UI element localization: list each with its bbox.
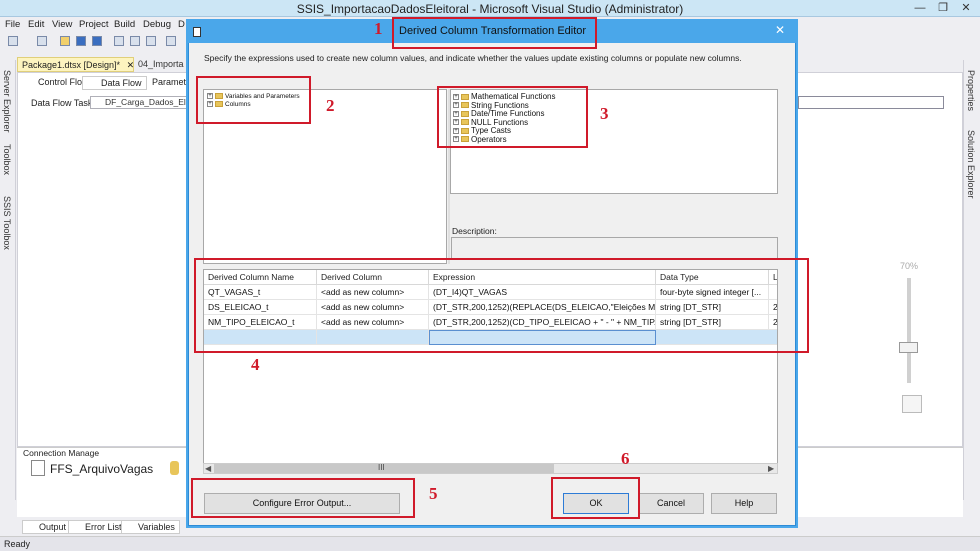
flat-file-icon	[31, 460, 45, 476]
toolbox-tab[interactable]: Toolbox	[2, 144, 12, 175]
annotation-number-2: 2	[326, 96, 335, 115]
scroll-grip-icon: III	[378, 463, 385, 472]
dialog-close-button[interactable]: ✕	[768, 23, 792, 39]
back-icon[interactable]	[8, 36, 18, 46]
toolbar-combo[interactable]	[798, 96, 944, 109]
zoom-slider-thumb[interactable]	[899, 342, 918, 353]
menu-file[interactable]: File	[5, 19, 20, 30]
menu-more[interactable]: D	[178, 19, 185, 30]
undo-icon[interactable]	[166, 36, 176, 46]
tab-package1-design[interactable]: Package1.dtsx [Design]* ✕	[17, 57, 134, 72]
connection-item[interactable]: FFS_ArquivoVagas	[50, 462, 153, 476]
dialog-description: Specify the expressions used to create n…	[204, 53, 742, 63]
connection-managers-header: Connection Manage	[23, 448, 100, 458]
open-folder-icon[interactable]	[60, 36, 70, 46]
zoom-to-fit-icon[interactable]	[902, 395, 922, 413]
maximize-button[interactable]: ❐	[933, 0, 953, 16]
database-icon	[170, 461, 179, 475]
help-button[interactable]: Help	[711, 493, 777, 514]
annotation-number-3: 3	[600, 104, 609, 123]
data-flow-task-label: Data Flow Task:	[31, 98, 95, 108]
tab-error-list[interactable]: Error List	[68, 520, 127, 534]
cancel-button[interactable]: Cancel	[638, 493, 704, 514]
copy-icon[interactable]	[130, 36, 140, 46]
annotation-number-5: 5	[429, 484, 438, 503]
close-window-button[interactable]: ✕	[956, 0, 976, 16]
minimize-button[interactable]: —	[910, 0, 930, 16]
annotation-number-4: 4	[251, 355, 260, 374]
new-project-icon[interactable]	[37, 36, 47, 46]
paste-icon[interactable]	[146, 36, 156, 46]
annotation-number-1: 1	[374, 19, 383, 38]
annotation-box-3	[437, 86, 588, 148]
tab-variables[interactable]: Variables	[121, 520, 180, 534]
cut-icon[interactable]	[114, 36, 124, 46]
annotation-box-6	[551, 477, 640, 519]
zoom-level: 70%	[900, 261, 919, 271]
scroll-right-icon[interactable]: ▶	[768, 464, 774, 473]
menu-edit[interactable]: Edit	[28, 19, 44, 30]
close-tab-icon[interactable]: ✕	[127, 60, 135, 70]
window-title: SSIS_ImportacaoDadosEleitoral - Microsof…	[296, 2, 684, 16]
status-bar	[0, 536, 980, 551]
tab-label: Package1.dtsx [Design]*	[22, 60, 121, 70]
status-text: Ready	[4, 539, 31, 549]
dialog-app-icon	[193, 27, 201, 37]
description-label: Description:	[452, 226, 497, 236]
server-explorer-tab[interactable]: Server Explorer	[2, 70, 12, 133]
annotation-number-6: 6	[621, 449, 630, 468]
right-tool-strip	[963, 60, 980, 500]
description-box	[451, 237, 778, 259]
ssis-toolbox-tab[interactable]: SSIS Toolbox	[2, 196, 12, 250]
scroll-left-icon[interactable]: ◀	[205, 464, 211, 473]
menu-view[interactable]: View	[52, 19, 72, 30]
solution-explorer-tab[interactable]: Solution Explorer	[966, 130, 976, 199]
menu-build[interactable]: Build	[114, 19, 135, 30]
data-flow-task-select[interactable]: DF_Carga_Dados_Eleit	[90, 96, 198, 109]
zoom-slider[interactable]	[907, 278, 911, 383]
annotation-box-1	[392, 17, 597, 49]
annotation-box-4	[194, 258, 809, 353]
tab-output[interactable]: Output	[22, 520, 72, 534]
menu-debug[interactable]: Debug	[143, 19, 171, 30]
tab-04-importa[interactable]: 04_Importa	[134, 57, 194, 72]
annotation-box-2	[196, 76, 311, 124]
save-all-icon[interactable]	[92, 36, 102, 46]
annotation-box-5	[191, 478, 415, 518]
properties-tab[interactable]: Properties	[966, 70, 976, 111]
menu-project[interactable]: Project	[79, 19, 109, 30]
save-icon[interactable]	[76, 36, 86, 46]
